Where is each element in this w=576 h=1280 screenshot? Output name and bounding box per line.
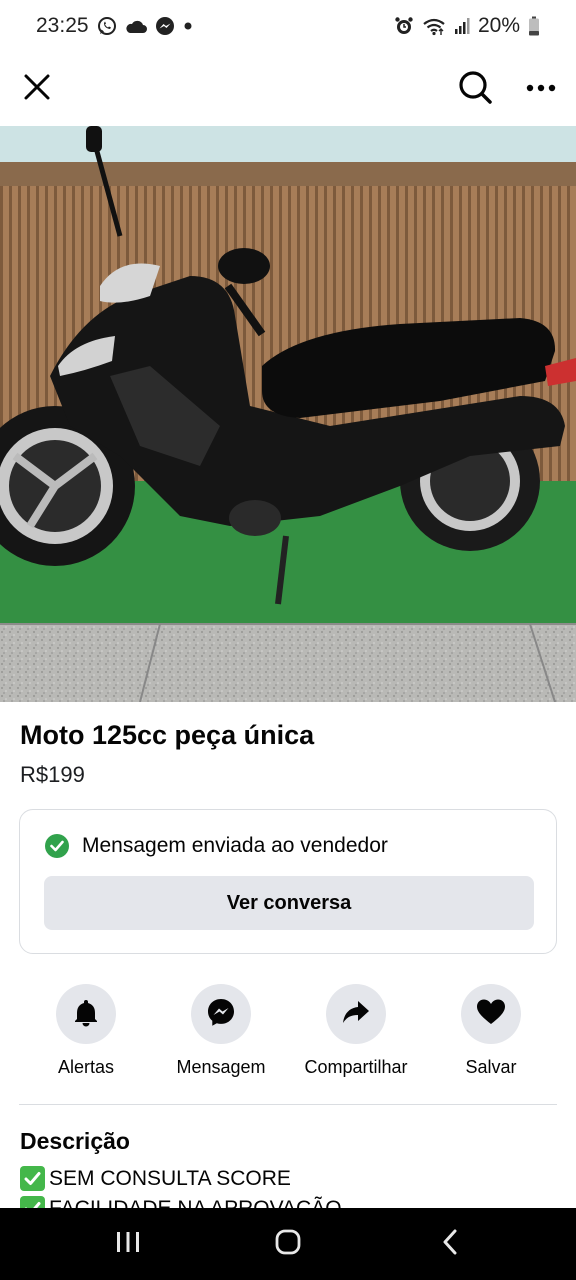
motorcycle-image [0, 126, 576, 702]
description-line: SEM CONSULTA SCORE [20, 1166, 291, 1191]
wifi-icon [422, 16, 446, 36]
share-icon [341, 997, 371, 1032]
bell-icon [71, 997, 101, 1032]
section-divider [19, 1104, 557, 1105]
close-icon [23, 73, 51, 106]
save-action[interactable]: Salvar [421, 984, 561, 1078]
status-time: 23:25 [36, 14, 89, 37]
status-bar: 23:25 20% [0, 0, 576, 52]
top-bar [0, 52, 576, 126]
message-label: Mensagem [176, 1057, 266, 1077]
heart-icon [476, 998, 506, 1031]
home-icon [275, 1229, 301, 1260]
status-right: 20% [394, 14, 540, 38]
more-icon [526, 80, 556, 98]
alarm-icon [394, 16, 414, 36]
recent-apps-button[interactable] [98, 1222, 158, 1266]
message-action[interactable]: Mensagem [151, 984, 291, 1078]
check-circle-icon [45, 834, 69, 858]
listing-title: Moto 125cc peça única [20, 720, 315, 750]
cloud-icon [125, 18, 147, 34]
back-button[interactable] [420, 1222, 480, 1266]
recent-apps-icon [115, 1230, 141, 1259]
alerts-action[interactable]: Alertas [16, 984, 156, 1078]
alerts-button[interactable] [56, 984, 116, 1044]
share-button[interactable] [326, 984, 386, 1044]
check-mark-icon [20, 1166, 45, 1191]
dot-icon [183, 21, 193, 31]
description-heading: Descrição [20, 1128, 130, 1154]
description-line-text: SEM CONSULTA SCORE [49, 1166, 291, 1190]
system-nav-bar [0, 1208, 576, 1280]
signal-icon [454, 17, 470, 35]
whatsapp-icon [97, 16, 117, 36]
battery-icon [528, 16, 540, 36]
status-left: 23:25 [36, 14, 193, 38]
message-sent-card: Mensagem enviada ao vendedor Ver convers… [19, 809, 557, 954]
action-row: Alertas Mensagem Compartilhar Salvar [0, 984, 576, 1084]
save-label: Salvar [465, 1057, 517, 1077]
messenger-icon [206, 997, 236, 1032]
messenger-icon [155, 16, 175, 36]
search-icon [457, 69, 493, 110]
search-button[interactable] [452, 66, 498, 112]
close-button[interactable] [14, 66, 60, 112]
battery-percent: 20% [477, 14, 520, 37]
alerts-label: Alertas [57, 1057, 115, 1077]
back-icon [442, 1229, 458, 1260]
message-status: Mensagem enviada ao vendedor [45, 834, 388, 858]
more-options-button[interactable] [518, 66, 564, 112]
listing-photo[interactable] [0, 126, 576, 702]
share-label: Compartilhar [304, 1057, 408, 1077]
home-button[interactable] [258, 1222, 318, 1266]
listing-price: R$199 [20, 762, 85, 787]
message-button[interactable] [191, 984, 251, 1044]
message-status-text: Mensagem enviada ao vendedor [82, 834, 388, 857]
view-conversation-button[interactable]: Ver conversa [44, 876, 534, 930]
save-button[interactable] [461, 984, 521, 1044]
share-action[interactable]: Compartilhar [286, 984, 426, 1078]
